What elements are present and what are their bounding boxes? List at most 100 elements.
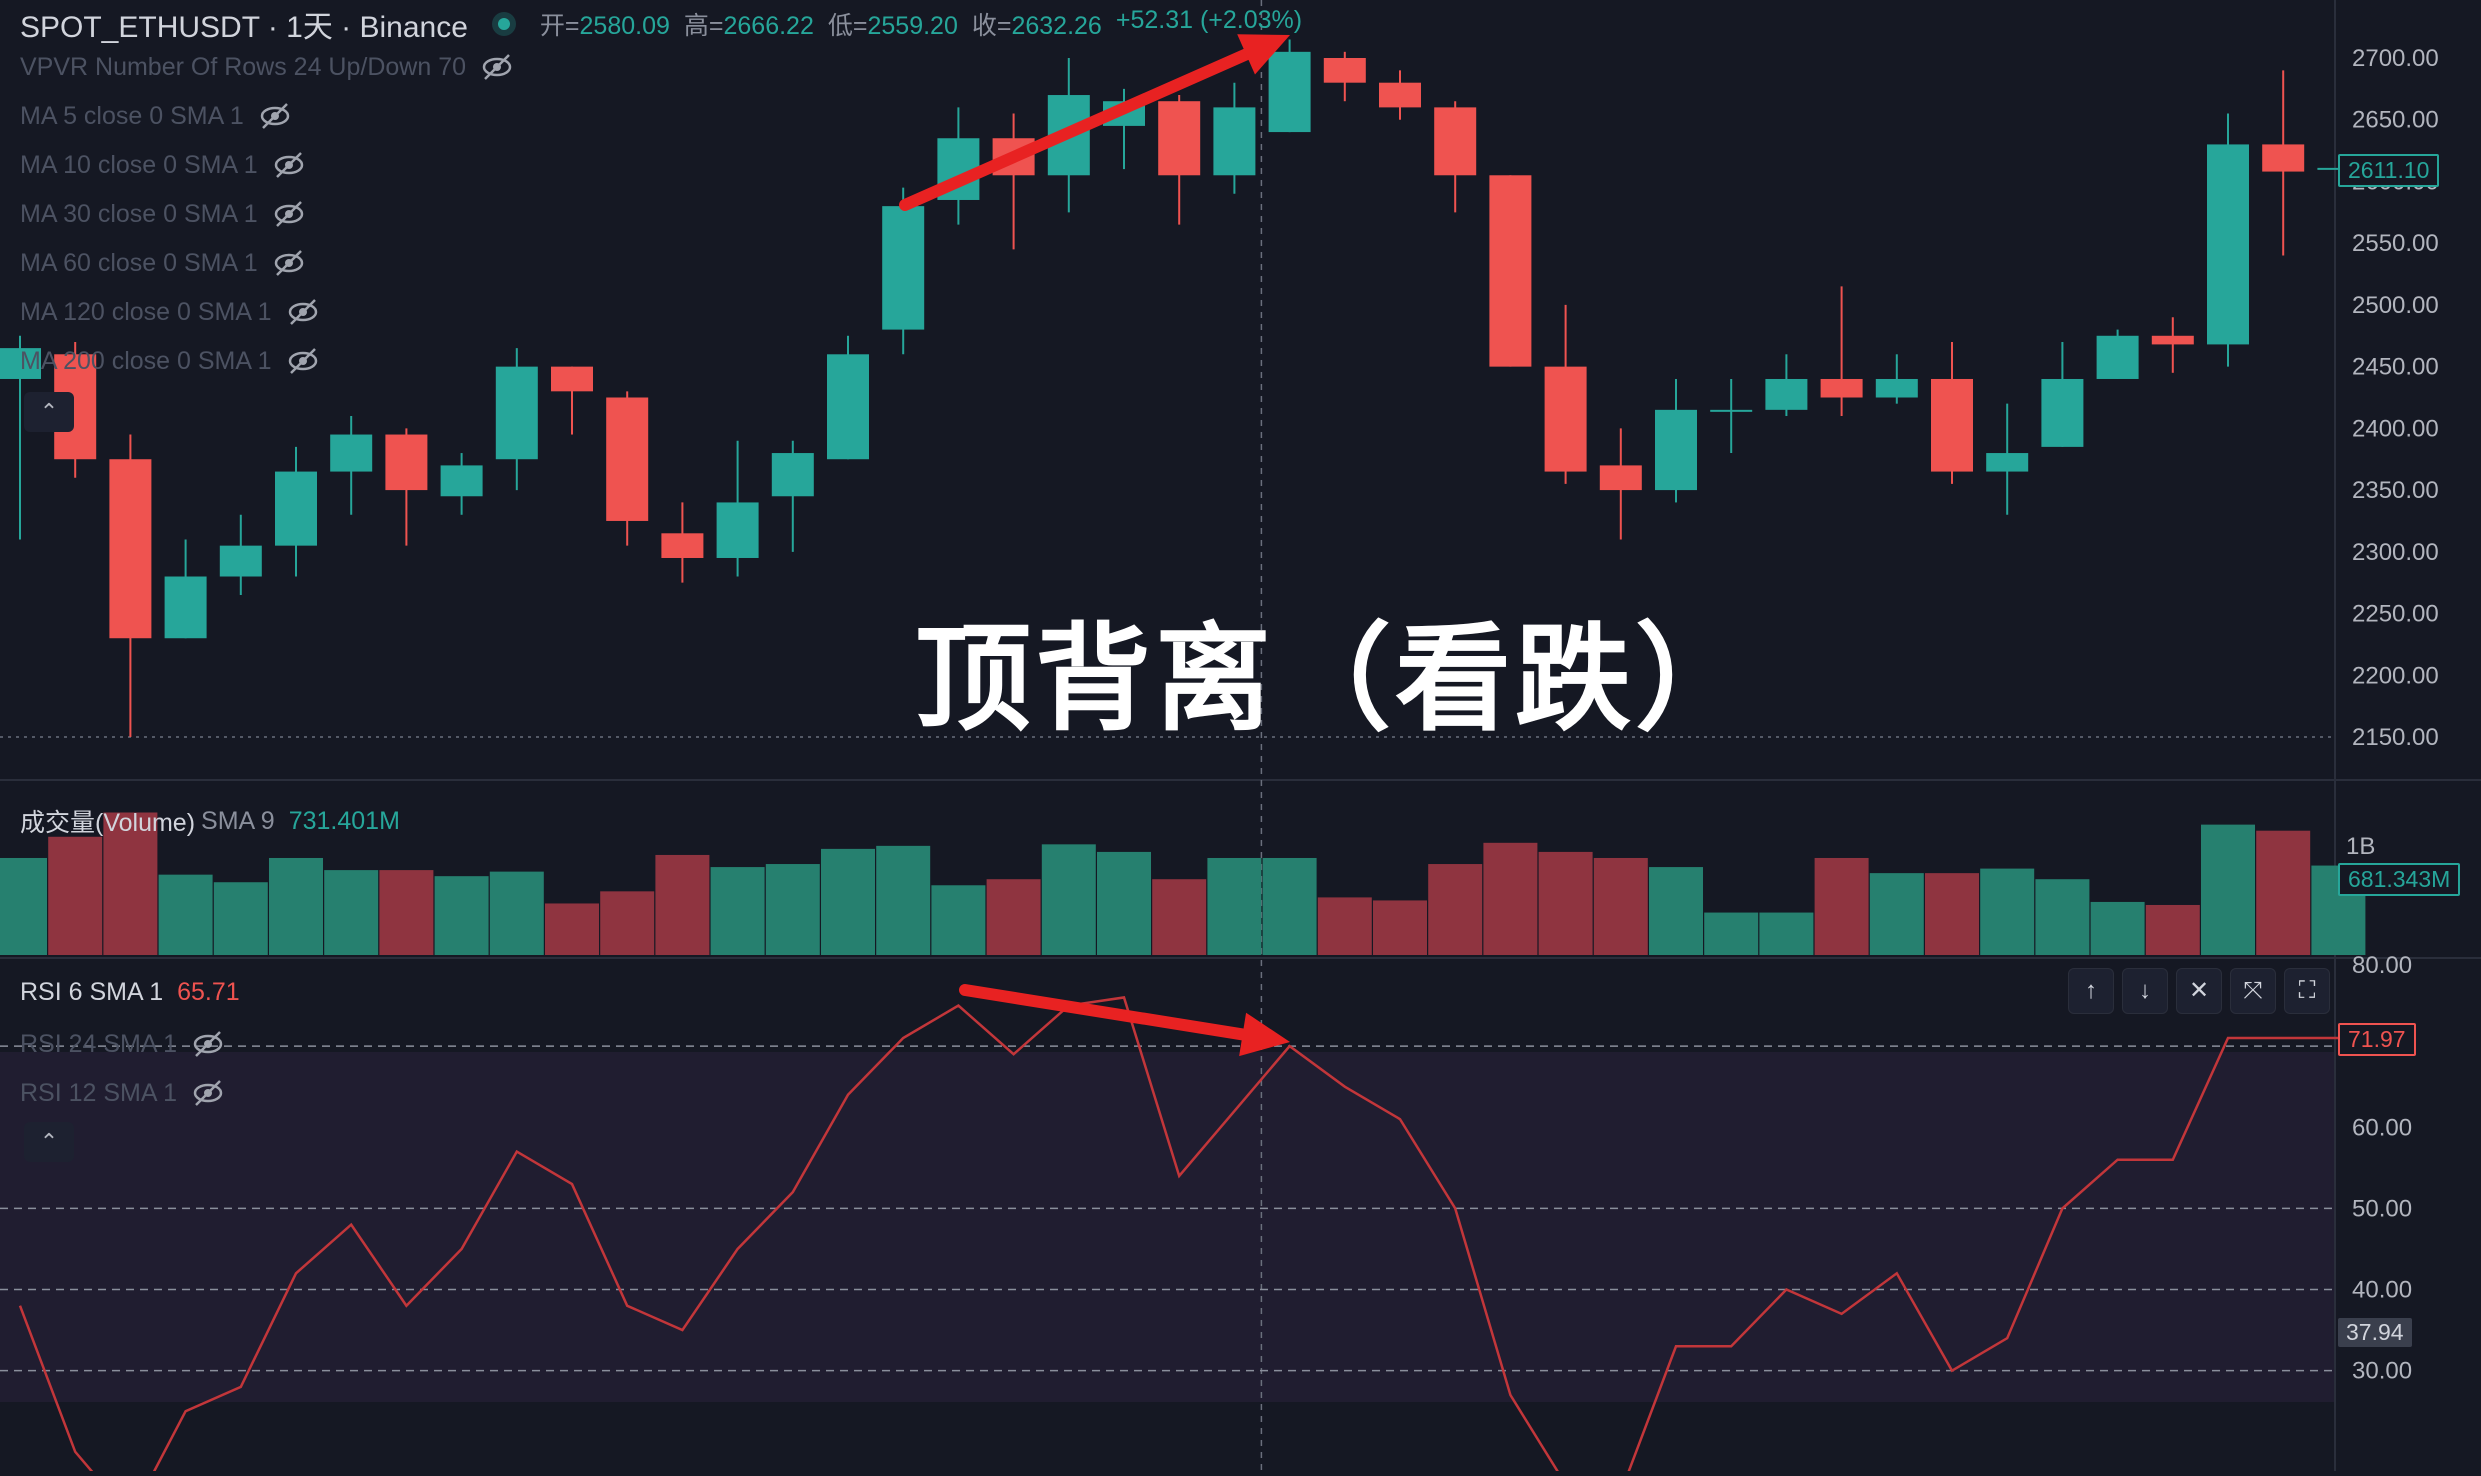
- rsi12-legend[interactable]: RSI 12 SMA 1: [20, 1076, 225, 1110]
- volume-bar: [158, 874, 213, 955]
- rsi-label: RSI 6 SMA 1: [20, 978, 164, 1006]
- volume-bar: [931, 885, 986, 955]
- rsi-legend[interactable]: RSI 6 SMA 1 65.71: [20, 978, 240, 1007]
- rsi24-legend[interactable]: RSI 24 SMA 1: [20, 1027, 225, 1061]
- volume-axis-label: 1B: [2346, 833, 2376, 860]
- volume-bar: [1097, 851, 1151, 955]
- volume-bar: [600, 891, 655, 955]
- candle-body: [109, 459, 152, 639]
- volume-sma-label: SMA 9: [201, 806, 275, 835]
- price-axis-label: 2700.00: [2352, 45, 2439, 72]
- indicator-legend-item[interactable]: MA 60 close 0 SMA 1: [20, 246, 306, 280]
- indicator-legend-item[interactable]: MA 10 close 0 SMA 1: [20, 148, 306, 182]
- candle-body: [1820, 378, 1863, 398]
- indicator-label: MA 5 close 0 SMA 1: [20, 101, 244, 130]
- indicator-legend-item[interactable]: MA 5 close 0 SMA 1: [20, 99, 292, 133]
- arrow-down-icon[interactable]: ↓: [2122, 968, 2168, 1014]
- ohlc-values: 开=2580.09 高=2666.22 低=2559.20 收=2632.26 …: [539, 6, 1303, 40]
- candle-body: [1434, 107, 1477, 176]
- volume-bar: [1759, 912, 1814, 955]
- candle-body: [1765, 378, 1808, 410]
- volume-bar: [1925, 873, 1979, 955]
- legend-collapse-button[interactable]: ⌃: [24, 392, 74, 432]
- hidden-eye-icon[interactable]: [286, 344, 320, 378]
- hidden-eye-icon[interactable]: [272, 246, 306, 280]
- volume-bar: [821, 848, 875, 955]
- volume-bar: [545, 903, 599, 955]
- volume-bar: [1262, 857, 1317, 955]
- indicator-legend-item[interactable]: MA 30 close 0 SMA 1: [20, 197, 306, 231]
- candle: [827, 335, 869, 460]
- rsi-axis-label: 40.00: [2352, 1277, 2412, 1304]
- rsi-legend-collapse-button[interactable]: ⌃: [24, 1122, 74, 1162]
- indicator-legend-item[interactable]: MA 120 close 0 SMA 1: [20, 295, 320, 329]
- indicator-label: MA 120 close 0 SMA 1: [20, 297, 272, 326]
- collapse-icon[interactable]: ⤧: [2230, 968, 2276, 1014]
- arrow-up-icon[interactable]: ↑: [2068, 968, 2114, 1014]
- volume-bar: [1483, 842, 1538, 955]
- volume-bar: [0, 857, 47, 955]
- divergence-annotation: 顶背离（看跌）: [915, 612, 1755, 747]
- rsi24-label: RSI 24 SMA 1: [20, 1029, 178, 1058]
- hidden-eye-icon[interactable]: [258, 99, 292, 133]
- candle-body: [1213, 107, 1256, 176]
- hidden-eye-icon[interactable]: [286, 295, 320, 329]
- volume-bar: [986, 879, 1041, 955]
- price-axis-label: 2250.00: [2352, 601, 2439, 628]
- candle: [1268, 39, 1311, 133]
- candle-body: [2207, 144, 2249, 345]
- hidden-eye-icon[interactable]: [191, 1027, 225, 1061]
- candle-body: [2151, 335, 2194, 345]
- close-icon[interactable]: ✕: [2176, 968, 2222, 1014]
- volume-bar: [1649, 867, 1703, 955]
- volume-bar: [489, 871, 544, 955]
- candle-body: [495, 366, 538, 460]
- volume-bar: [1152, 879, 1207, 955]
- indicator-legend-item[interactable]: MA 200 close 0 SMA 1: [20, 344, 320, 378]
- volume-legend[interactable]: 成交量(Volume) SMA 9 731.401M: [20, 803, 400, 839]
- candle-body: [716, 502, 759, 558]
- volume-bar: [655, 854, 710, 955]
- current-price-tag: 2611.10: [2338, 154, 2440, 187]
- hidden-eye-icon[interactable]: [272, 197, 306, 231]
- volume-bar: [213, 882, 268, 955]
- candle-body: [1875, 378, 1918, 398]
- rsi12-label: RSI 12 SMA 1: [20, 1078, 178, 1107]
- price-axis-label: 2550.00: [2352, 230, 2439, 257]
- candle-body: [1379, 82, 1421, 108]
- candle-body: [275, 471, 317, 546]
- indicator-legend-item[interactable]: VPVR Number Of Rows 24 Up/Down 70: [20, 50, 514, 84]
- volume-bar: [1814, 857, 1869, 955]
- volume-bar: [1317, 897, 1372, 955]
- rsi-value: 65.71: [177, 978, 240, 1006]
- volume-bar: [710, 867, 765, 955]
- hidden-eye-icon[interactable]: [480, 50, 514, 84]
- indicator-label: MA 200 close 0 SMA 1: [20, 346, 272, 375]
- hidden-eye-icon[interactable]: [272, 148, 306, 182]
- volume-bar: [48, 836, 103, 955]
- rsi-secondary-tag: 37.94: [2338, 1318, 2412, 1347]
- volume-bar: [2256, 830, 2311, 955]
- candle-body: [164, 576, 207, 639]
- candle-body: [1710, 409, 1753, 412]
- candle-body: [1158, 101, 1201, 176]
- hidden-eye-icon[interactable]: [191, 1076, 225, 1110]
- volume-bar: [1207, 857, 1262, 955]
- candle-body: [1323, 58, 1366, 83]
- volume-bar: [1538, 851, 1593, 955]
- candle-body: [219, 545, 262, 577]
- price-axis-label: 2300.00: [2352, 539, 2439, 566]
- volume-bar: [1041, 844, 1096, 955]
- volume-bar: [1980, 868, 2035, 955]
- symbol-title[interactable]: SPOT_ETHUSDT · 1天 · Binance: [20, 2, 468, 46]
- rsi-axis-label: 50.00: [2352, 1195, 2412, 1222]
- candle-body: [827, 354, 869, 460]
- rsi-axis-label: 60.00: [2352, 1114, 2412, 1141]
- candle-body: [385, 434, 428, 491]
- symbol-header: SPOT_ETHUSDT · 1天 · Binance 开=2580.09 高=…: [20, 2, 1302, 46]
- volume-bar: [765, 864, 820, 955]
- indicator-label: MA 30 close 0 SMA 1: [20, 199, 258, 228]
- indicator-label: MA 60 close 0 SMA 1: [20, 248, 258, 277]
- candle-body: [1986, 453, 2029, 472]
- maximize-icon[interactable]: ⛶: [2284, 968, 2330, 1014]
